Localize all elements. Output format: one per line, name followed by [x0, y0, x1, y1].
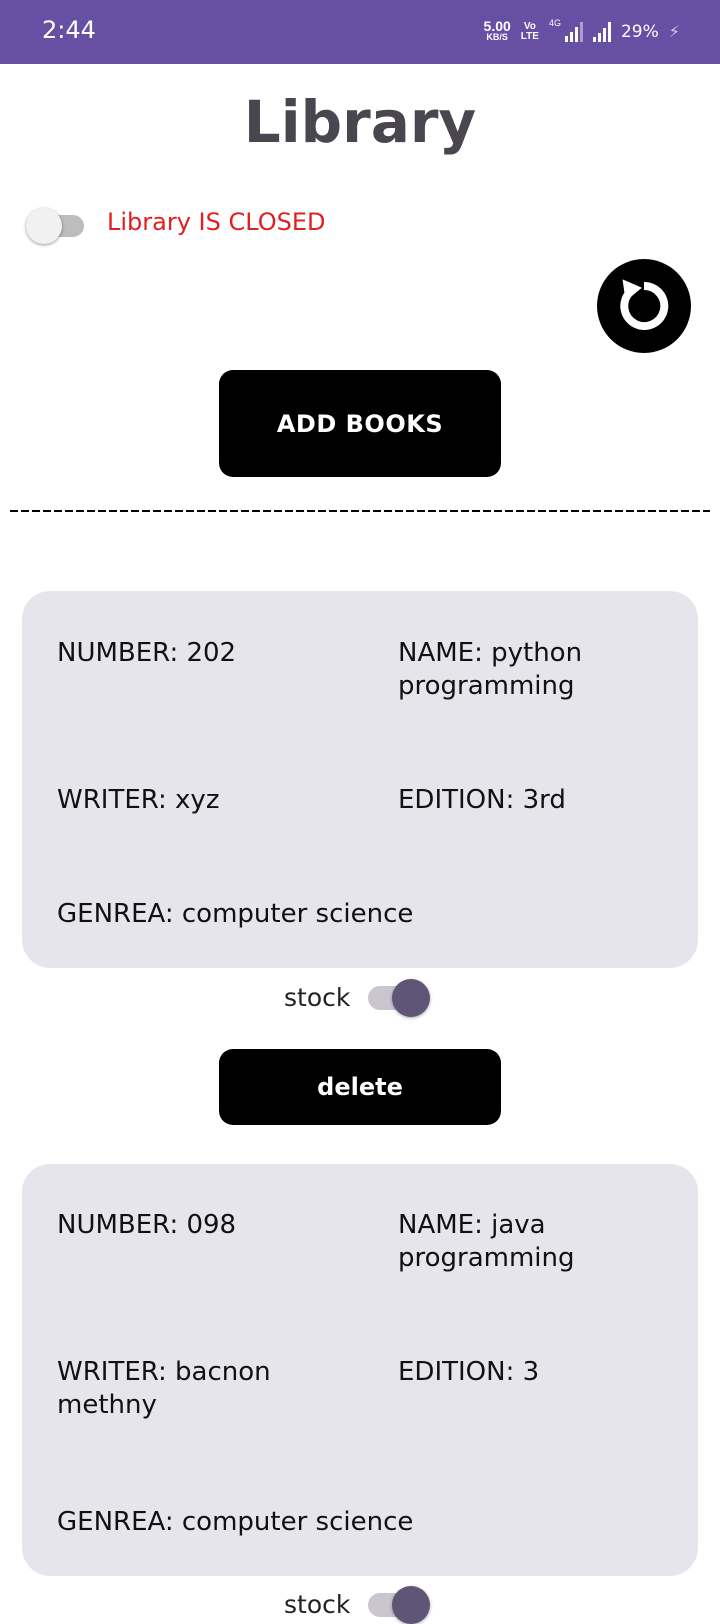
- refresh-icon: [620, 279, 669, 330]
- book-edition: EDITION: 3rd: [398, 785, 566, 815]
- status-icons: 5.00 KB/S Vo LTE 4G 29% ⚡: [484, 18, 680, 46]
- network-type: 4G: [548, 18, 561, 28]
- refresh-button[interactable]: [597, 259, 691, 353]
- book-card: NUMBER: 202 NAME: python programming WRI…: [22, 591, 698, 968]
- divider: [10, 510, 710, 512]
- status-bar: 2:44 5.00 KB/S Vo LTE 4G 29% ⚡: [0, 0, 720, 64]
- signal-icon-sim2: [592, 22, 611, 42]
- add-books-button[interactable]: ADD BOOKS: [219, 370, 501, 477]
- network-speed-value: 5.00: [483, 18, 511, 34]
- book-number: NUMBER: 098: [57, 1210, 237, 1240]
- book-writer: WRITER: bacnon methny: [57, 1357, 271, 1420]
- page-title: Library: [243, 88, 477, 156]
- volte-icon: Vo LTE: [520, 21, 539, 42]
- switch-thumb: [26, 208, 62, 244]
- switch-thumb: [392, 979, 430, 1017]
- stock-switch[interactable]: [368, 977, 432, 1017]
- book-edition: EDITION: 3: [398, 1357, 540, 1387]
- library-open-switch[interactable]: [26, 207, 88, 244]
- book-name: NAME: java programming: [398, 1210, 575, 1273]
- signal-icon: [564, 22, 583, 42]
- book-card: NUMBER: 098 NAME: java programming WRITE…: [22, 1164, 698, 1576]
- book-writer: WRITER: xyz: [57, 785, 220, 815]
- network-speed-unit: KB/S: [486, 32, 508, 42]
- book-number: NUMBER: 202: [57, 638, 237, 668]
- stock-label: stock: [284, 983, 351, 1012]
- book-genre: GENREA: computer science: [57, 899, 414, 929]
- library-status-label: Library IS CLOSED: [107, 208, 326, 236]
- stock-switch[interactable]: [368, 1584, 432, 1624]
- book-name: NAME: python programming: [398, 638, 583, 701]
- delete-button[interactable]: delete: [219, 1049, 501, 1125]
- charging-icon: ⚡: [668, 24, 680, 41]
- network-speed: 5.00 KB/S: [483, 18, 511, 43]
- status-time: 2:44: [42, 16, 96, 44]
- stock-label: stock: [284, 1590, 351, 1619]
- battery-level: 29%: [620, 22, 659, 42]
- book-genre: GENREA: computer science: [57, 1507, 414, 1537]
- switch-thumb: [392, 1586, 430, 1624]
